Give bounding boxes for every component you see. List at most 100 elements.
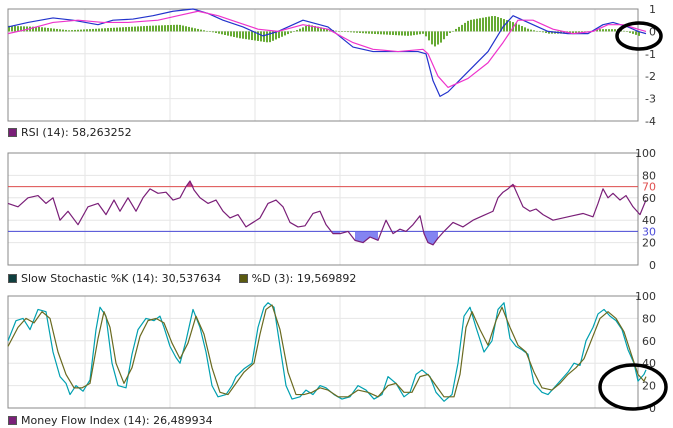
macd-histogram-bar [101, 28, 103, 32]
macd-histogram-bar [230, 31, 232, 37]
macd-histogram-bar [305, 26, 307, 32]
macd-histogram-bar [239, 31, 241, 39]
macd-histogram-bar [416, 31, 418, 35]
macd-histogram-bar [242, 31, 244, 39]
macd-histogram-bar [14, 26, 16, 32]
macd-histogram-bar [374, 31, 376, 34]
macd-histogram-bar [542, 31, 544, 33]
macd-histogram-bar [530, 29, 532, 32]
stochastic-series-0 [7, 302, 647, 402]
macd-histogram-bar [440, 31, 442, 43]
macd-histogram-bar [185, 26, 187, 32]
macd-histogram-bar [356, 31, 358, 33]
macd-histogram-bar [50, 28, 52, 32]
macd-histogram-bar [422, 31, 424, 34]
mfi-title: Money Flow Index (14): 26,489934 [21, 414, 213, 427]
macd-ytick: -3 [645, 93, 656, 106]
macd-histogram-bar [482, 17, 484, 32]
macd-histogram-bar [71, 30, 73, 32]
macd-histogram-bar [518, 24, 520, 32]
macd-histogram-bar [215, 31, 217, 33]
macd-histogram-bar [614, 29, 616, 32]
macd-histogram-bar [77, 29, 79, 32]
macd-histogram-bar [527, 28, 529, 32]
macd-histogram-bar [41, 27, 43, 32]
macd-histogram-bar [428, 31, 430, 41]
macd-histogram-bar [65, 29, 67, 32]
macd-histogram-bar [119, 27, 121, 32]
macd-histogram-bar [398, 31, 400, 36]
macd-histogram-bar [410, 31, 412, 36]
rsi-ytick: 20 [642, 237, 656, 250]
macd-histogram-bar [80, 29, 82, 32]
macd-histogram-bar [164, 25, 166, 32]
macd-histogram-bar [38, 26, 40, 32]
macd-histogram-bar [218, 31, 220, 34]
macd-histogram-bar [86, 29, 88, 32]
macd-histogram-bar [95, 28, 97, 32]
macd-histogram-bar [290, 31, 292, 33]
macd-histogram-bar [62, 29, 64, 32]
macd-histogram-bar [632, 31, 634, 34]
rsi-ytick: 0 [649, 259, 656, 272]
macd-histogram-bar [98, 28, 100, 32]
macd-histogram-bar [152, 25, 154, 32]
macd-histogram-bar [335, 30, 337, 32]
macd-histogram-bar [368, 31, 370, 34]
macd-histogram-bar [626, 31, 628, 32]
macd-histogram-bar [470, 19, 472, 32]
macd-histogram-bar [155, 25, 157, 32]
macd-histogram-bar [158, 25, 160, 32]
macd-histogram-bar [377, 31, 379, 35]
stochastic-ytick: 20 [642, 380, 656, 393]
macd-histogram-bar [392, 31, 394, 35]
macd-histogram-bar [128, 26, 130, 32]
macd-histogram-bar [635, 31, 637, 35]
macd-histogram-bar [449, 31, 451, 33]
macd-histogram-bar [191, 27, 193, 32]
macd-histogram-bar [344, 31, 346, 32]
macd-histogram-bar [125, 27, 127, 32]
rsi-swatch [8, 128, 17, 137]
macd-histogram-bar [203, 30, 205, 32]
macd-histogram-bar [200, 29, 202, 32]
macd-histogram-bar [107, 28, 109, 32]
macd-histogram-bar [341, 31, 343, 32]
macd-histogram-bar [425, 31, 427, 37]
macd-histogram-bar [188, 26, 190, 32]
macd-histogram-bar [386, 31, 388, 35]
indicator-charts: 10-1-2-3-41008070604030200100806040200 [7, 3, 668, 415]
rsi-ytick: 100 [635, 147, 656, 160]
macd-histogram-bar [479, 18, 481, 32]
rsi-title: RSI (14): 58,263252 [21, 126, 132, 139]
macd-histogram-bar [437, 31, 439, 45]
macd-histogram-bar [509, 21, 511, 32]
macd-histogram-bar [131, 26, 133, 32]
macd-histogram-bar [296, 30, 298, 32]
macd-histogram-bar [347, 31, 349, 33]
macd-histogram-bar [89, 29, 91, 32]
macd-histogram-bar [629, 31, 631, 33]
macd-ytick: -4 [645, 115, 656, 128]
macd-histogram-bar [44, 27, 46, 32]
macd-histogram-bar [140, 26, 142, 32]
macd-histogram-bar [266, 31, 268, 43]
macd-histogram-bar [173, 24, 175, 32]
macd-histogram-bar [455, 28, 457, 32]
macd-histogram-bar [167, 25, 169, 32]
macd-histogram-bar [236, 31, 238, 38]
macd-histogram-bar [476, 18, 478, 32]
stoch-k-label: Slow Stochastic %K (14): 30,537634 [21, 272, 222, 285]
annotation-circle-stochastic [598, 363, 668, 411]
stochastic-ytick: 80 [642, 312, 656, 325]
macd-histogram-bar [287, 31, 289, 35]
macd-ytick: -2 [645, 70, 656, 83]
macd-histogram-bar [338, 31, 340, 32]
macd-histogram-bar [599, 29, 601, 32]
macd-histogram-bar [206, 30, 208, 32]
macd-histogram-bar [545, 31, 547, 33]
macd-histogram-bar [419, 31, 421, 35]
macd-histogram-bar [494, 16, 496, 32]
macd-histogram-bar [299, 28, 301, 32]
macd-histogram-bar [53, 28, 55, 32]
